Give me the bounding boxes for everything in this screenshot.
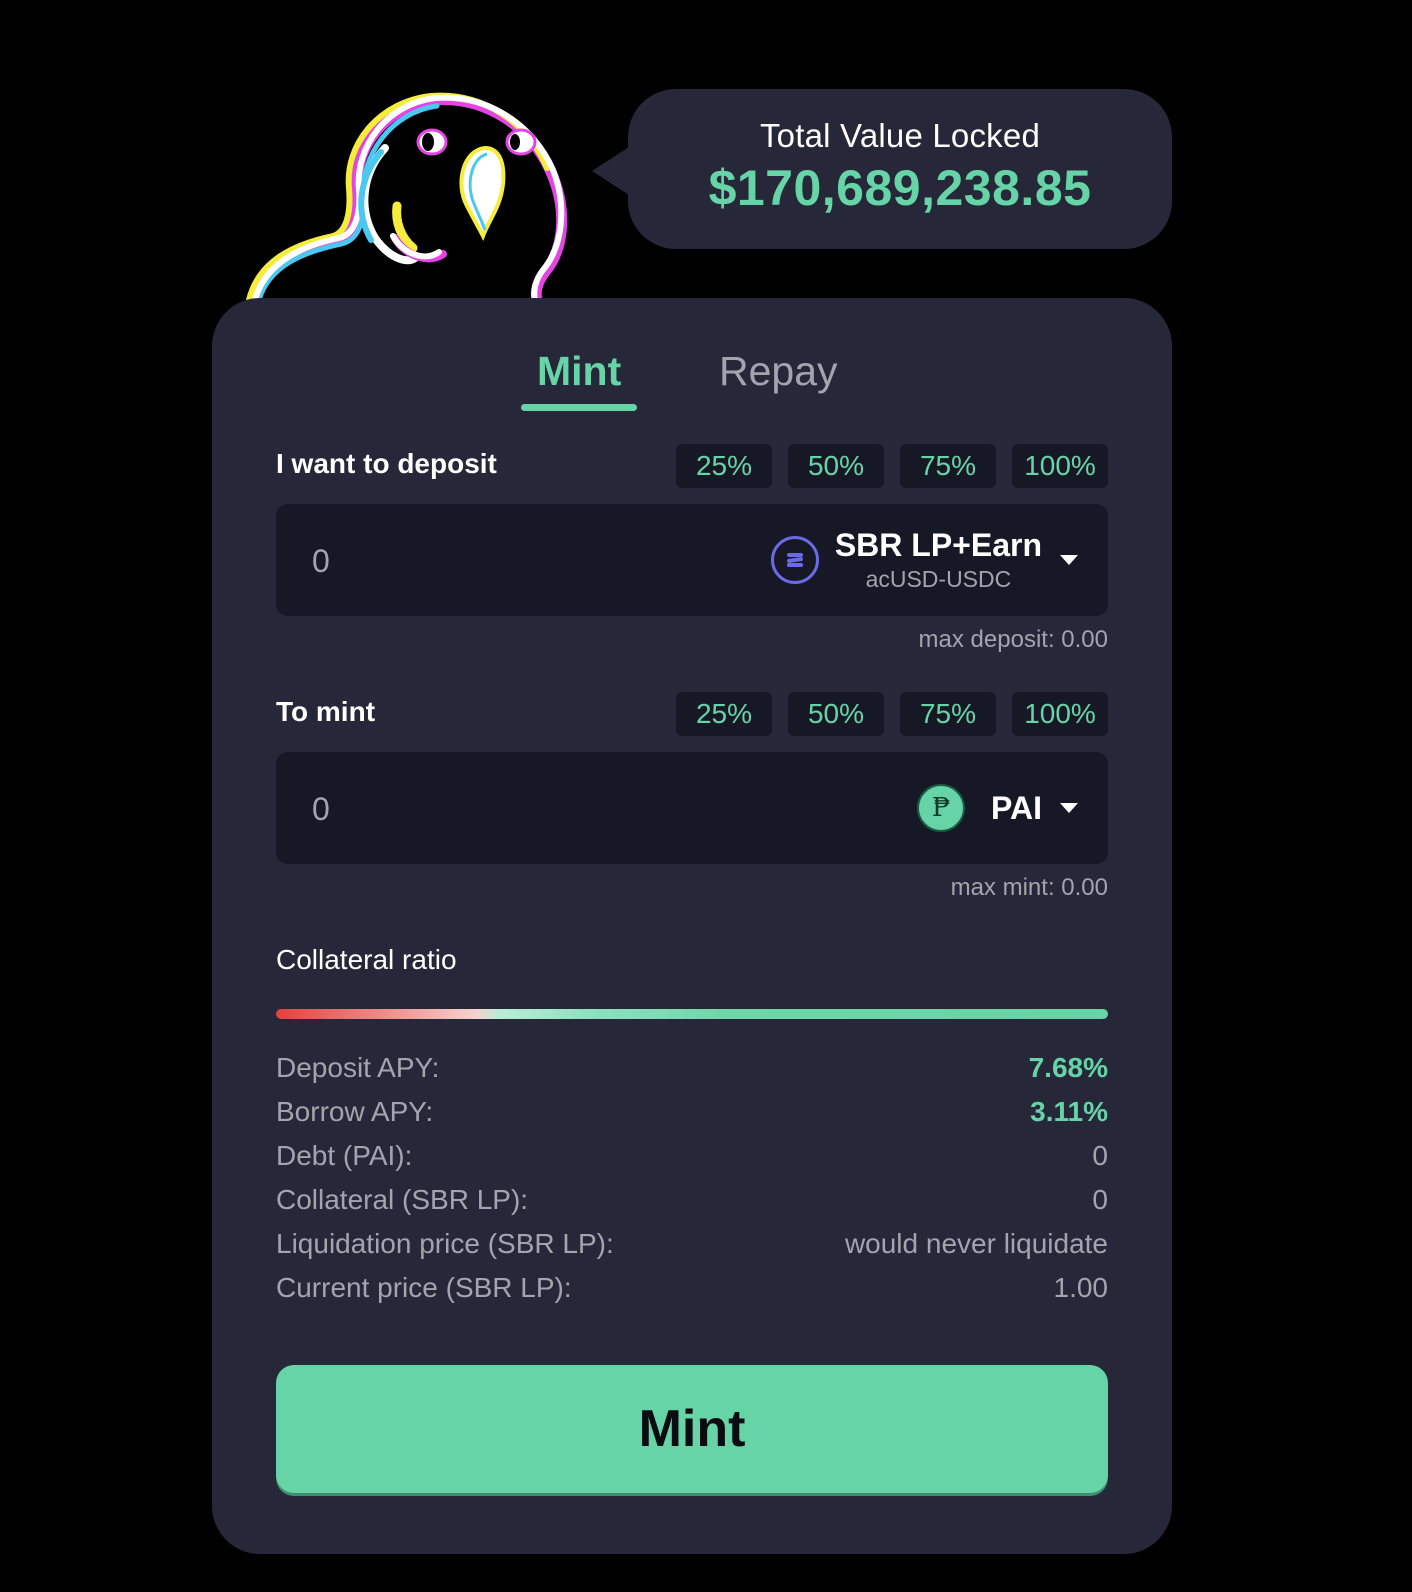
deposit-amount-box: SBR LP+Earn acUSD-USDC	[276, 504, 1108, 616]
stat-value: 3.11%	[1030, 1096, 1108, 1127]
speech-bubble-tail	[592, 145, 632, 197]
saber-token-icon	[770, 536, 819, 584]
stat-label: Debt (PAI):	[276, 1140, 413, 1171]
stat-label: Liquidation price (SBR LP):	[276, 1228, 614, 1259]
tab-mint[interactable]: Mint	[521, 348, 638, 411]
deposit-token-pair: acUSD-USDC	[865, 566, 1012, 592]
stat-label: Deposit APY:	[276, 1052, 440, 1083]
deposit-token-select[interactable]: SBR LP+Earn acUSD-USDC	[770, 504, 1078, 616]
stat-liquidation-price: Liquidation price (SBR LP): would never …	[276, 1222, 1108, 1266]
stat-current-price: Current price (SBR LP): 1.00	[276, 1266, 1108, 1310]
deposit-token-text: SBR LP+Earn acUSD-USDC	[835, 527, 1042, 593]
mint-token-select[interactable]: ₱ PAI	[917, 752, 1078, 864]
mint-100-button[interactable]: 100%	[1012, 692, 1108, 736]
mint-75-button[interactable]: 75%	[900, 692, 996, 736]
stat-borrow-apy: Borrow APY: 3.11%	[276, 1090, 1108, 1134]
mint-50-button[interactable]: 50%	[788, 692, 884, 736]
collateral-ratio-bar	[276, 1009, 1108, 1019]
stat-value: 1.00	[1053, 1272, 1109, 1303]
mint-label: To mint	[276, 696, 376, 727]
tvl-value: $170,689,238.85	[708, 160, 1092, 216]
stats-list: Deposit APY: 7.68% Borrow APY: 3.11% Deb…	[276, 1046, 1108, 1310]
stat-debt: Debt (PAI): 0	[276, 1134, 1108, 1178]
mint-token-name: PAI	[991, 789, 1042, 826]
stat-label: Current price (SBR LP):	[276, 1272, 572, 1303]
active-tab-underline	[521, 404, 638, 411]
mint-token-text: PAI	[991, 790, 1042, 827]
parrot-mascot-icon	[245, 88, 575, 306]
deposit-label: I want to deposit	[276, 448, 497, 479]
max-mint-note: max mint: 0.00	[950, 874, 1108, 901]
stat-label: Borrow APY:	[276, 1096, 434, 1127]
stat-value: 0	[1092, 1184, 1108, 1215]
deposit-75-button[interactable]: 75%	[900, 444, 996, 488]
stat-deposit-apy: Deposit APY: 7.68%	[276, 1046, 1108, 1090]
tab-bar: Mint Repay	[212, 348, 1172, 412]
max-deposit-note: max deposit: 0.00	[918, 626, 1108, 653]
stat-collateral: Collateral (SBR LP): 0	[276, 1178, 1108, 1222]
mint-25-button[interactable]: 25%	[676, 692, 772, 736]
tab-repay-label: Repay	[719, 348, 838, 394]
mint-amount-box: ₱ PAI	[276, 752, 1108, 864]
deposit-25-button[interactable]: 25%	[676, 444, 772, 488]
chevron-down-icon	[1060, 803, 1078, 813]
tvl-label: Total Value Locked	[759, 117, 1040, 154]
stat-value: would never liquidate	[844, 1228, 1108, 1259]
mint-percent-buttons: 25% 50% 75% 100%	[676, 692, 1108, 736]
stat-label: Collateral (SBR LP):	[276, 1184, 529, 1215]
tvl-bubble: Total Value Locked $170,689,238.85	[592, 89, 1172, 249]
mint-repay-card: Mint Repay I want to deposit 25% 50% 75%…	[212, 298, 1172, 1554]
deposit-percent-buttons: 25% 50% 75% 100%	[676, 444, 1108, 488]
chevron-down-icon	[1060, 555, 1078, 565]
deposit-amount-input[interactable]	[310, 538, 614, 584]
deposit-50-button[interactable]: 50%	[788, 444, 884, 488]
mint-button[interactable]: Mint	[276, 1365, 1108, 1493]
mint-amount-input[interactable]	[310, 786, 614, 832]
stat-value: 7.68%	[1028, 1052, 1108, 1083]
tab-repay[interactable]: Repay	[719, 348, 838, 395]
deposit-100-button[interactable]: 100%	[1012, 444, 1108, 488]
pai-token-icon: ₱	[917, 784, 966, 832]
stat-value: 0	[1092, 1140, 1108, 1171]
tab-mint-label: Mint	[537, 348, 622, 394]
collateral-ratio-label: Collateral ratio	[276, 944, 457, 975]
deposit-token-name: SBR LP+Earn	[834, 527, 1042, 563]
